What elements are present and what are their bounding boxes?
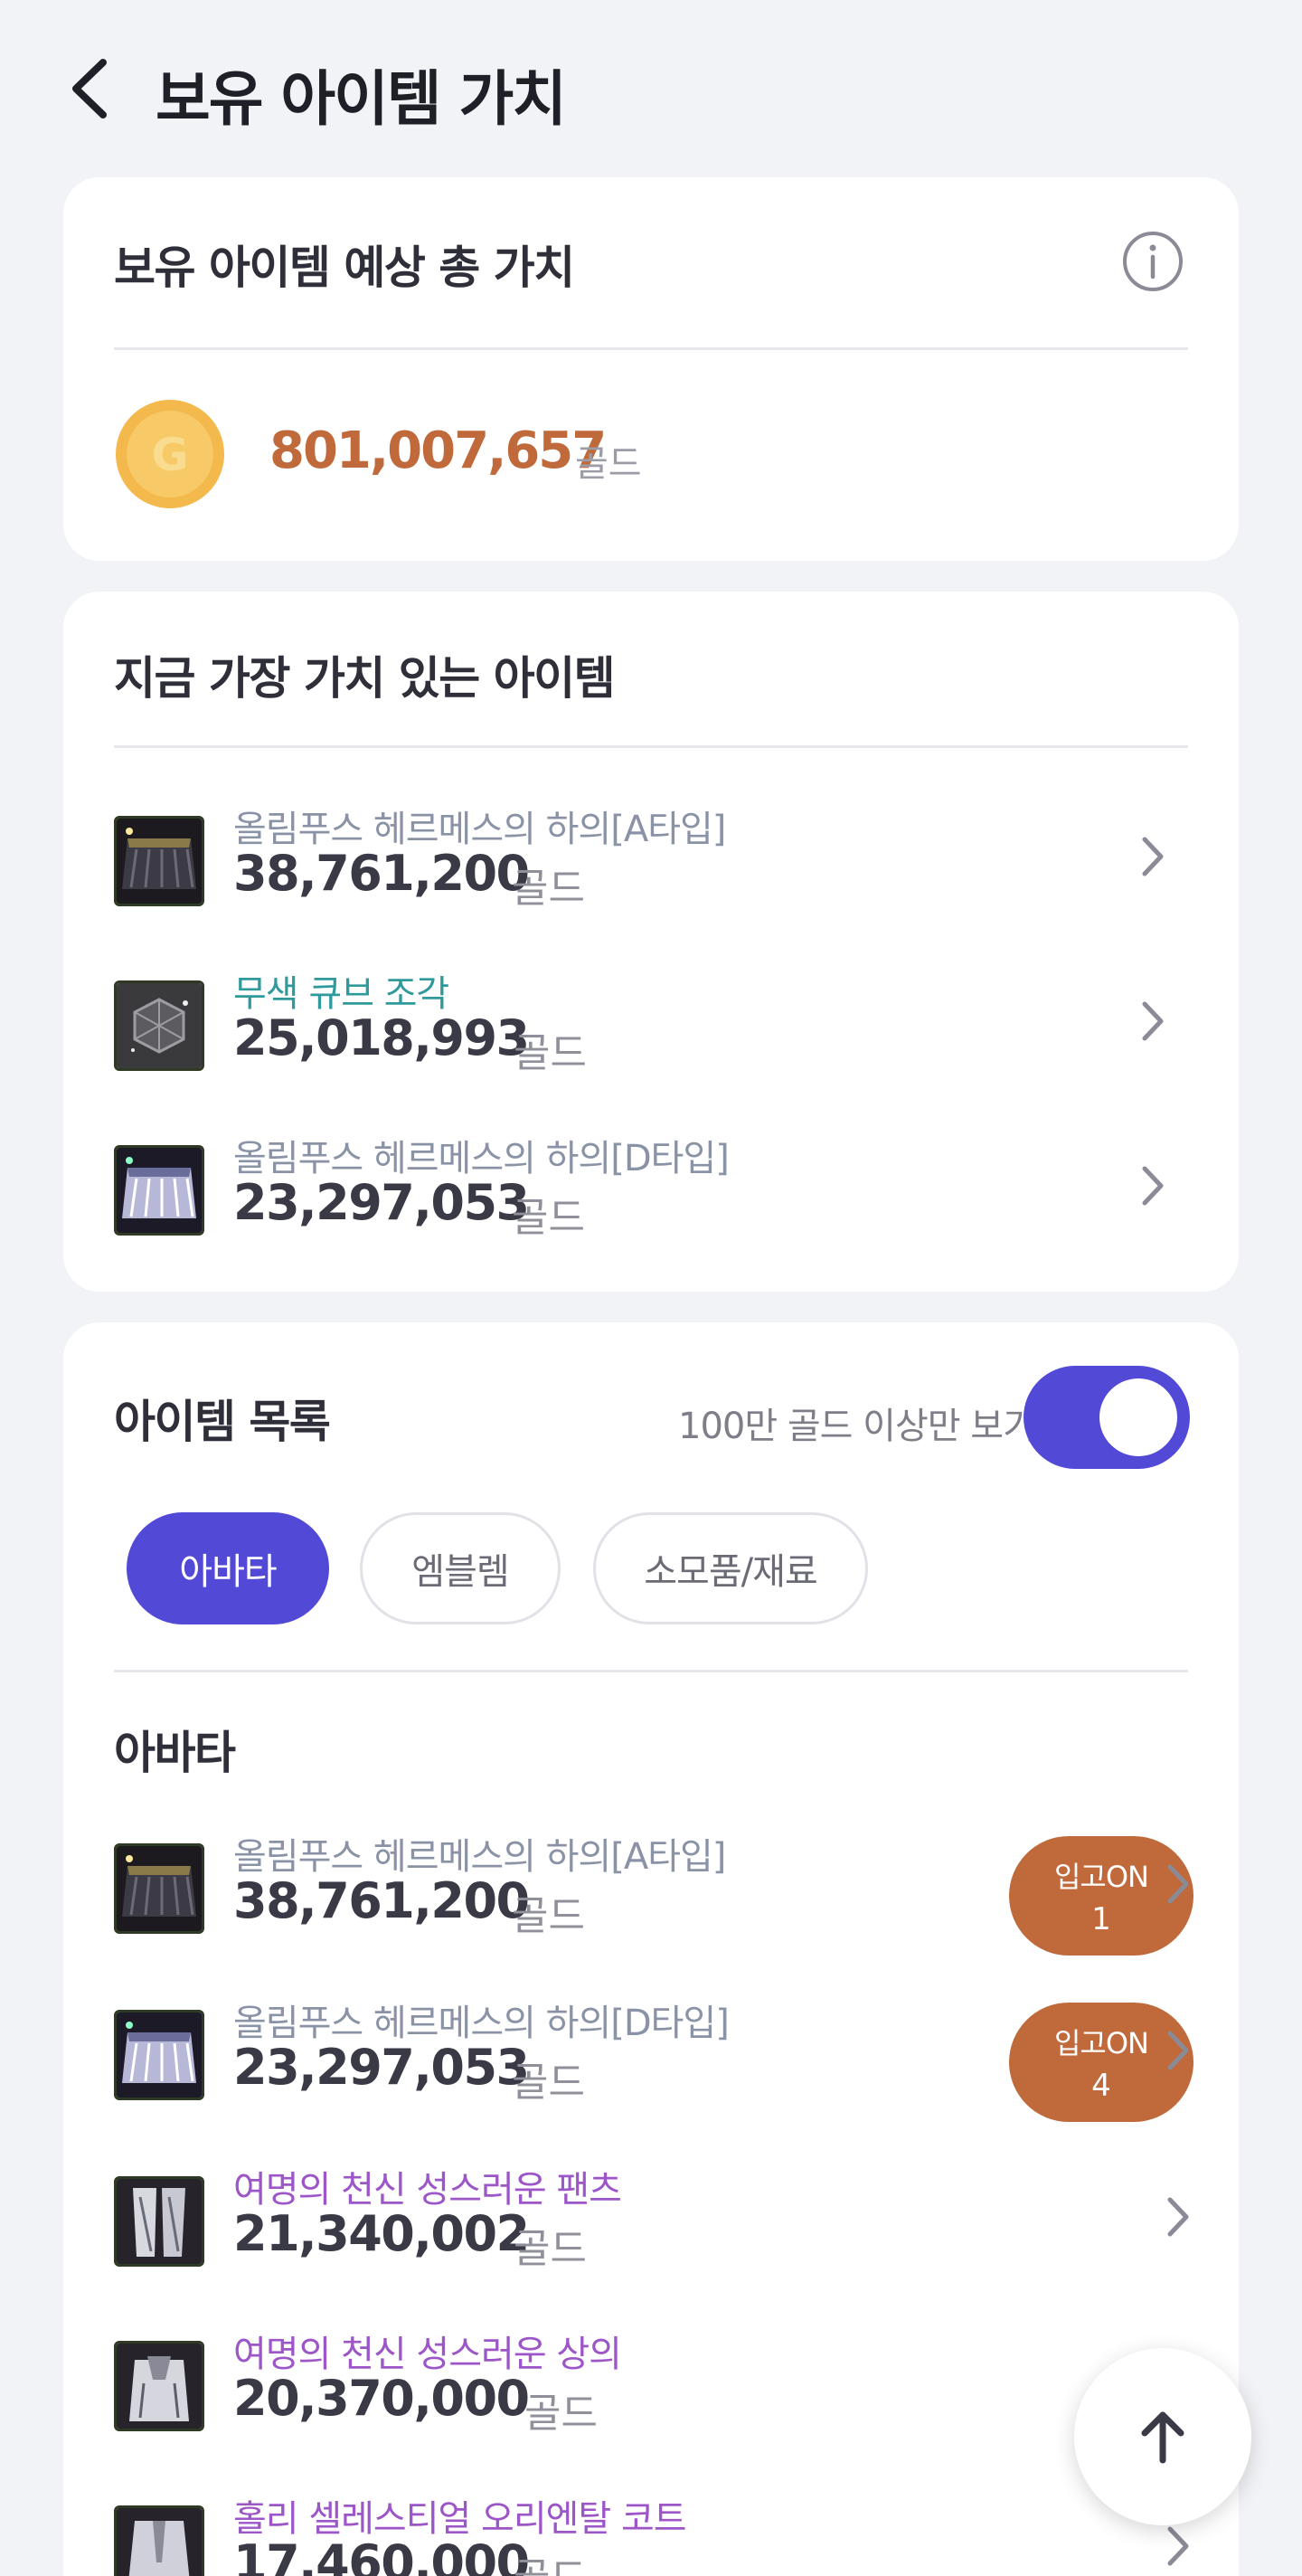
item-unit: 골드 [512, 1195, 585, 1241]
item-thumbnail [114, 2176, 204, 2267]
item-price: 21,340,002 [233, 2205, 530, 2262]
item-thumbnail [114, 1145, 204, 1236]
chevron-right-icon [1167, 2197, 1189, 2237]
info-icon[interactable] [1121, 230, 1184, 293]
chevron-right-icon [1167, 1864, 1189, 1904]
chevron-right-icon [1142, 837, 1164, 876]
item-thumbnail [114, 2010, 204, 2100]
filter-toggle-label: 100만 골드 이상만 보기 [678, 1406, 1036, 1447]
top-bar: 보유 아이템 가치 [0, 0, 1302, 177]
divider [114, 745, 1188, 748]
top-items-card: 지금 가장 가치 있는 아이템 올림푸스 헤르메스의 하의[A타입] 38,76… [63, 592, 1239, 1292]
page-title: 보유 아이템 가치 [156, 64, 567, 134]
toggle-knob [1099, 1378, 1177, 1456]
item-list-card: 아이템 목록 100만 골드 이상만 보기 아바타 엠블렘 소모품/재료 아바타… [63, 1322, 1239, 2576]
item-unit: 골드 [524, 2391, 598, 2437]
divider [114, 347, 1188, 350]
tab-avatar[interactable]: 아바타 [127, 1512, 329, 1624]
item-price: 23,297,053 [233, 2039, 530, 2096]
top-item-row[interactable]: 올림푸스 헤르메스의 하의[A타입] 38,761,200 골드 [114, 800, 1188, 953]
chevron-right-icon [1167, 2526, 1189, 2566]
item-price: 38,761,200 [233, 1872, 530, 1929]
item-thumbnail [114, 2341, 204, 2431]
list-item[interactable]: 여명의 천신 성스러운 팬츠 21,340,002 골드 [114, 2160, 1189, 2314]
item-price: 23,297,053 [233, 1174, 530, 1231]
badge-count: 1 [1091, 1901, 1111, 1937]
total-value: 801,007,657 [269, 421, 607, 480]
item-price: 25,018,993 [233, 1009, 530, 1066]
item-thumbnail [114, 980, 204, 1071]
scroll-to-top-button[interactable] [1074, 2348, 1251, 2525]
item-thumbnail [114, 2505, 204, 2576]
chevron-right-icon [1167, 2031, 1189, 2070]
item-price: 20,370,000 [233, 2370, 530, 2427]
total-value-title: 보유 아이템 예상 총 가치 [114, 242, 575, 294]
badge-label: 입고ON [1053, 2026, 1149, 2060]
item-list-title: 아이템 목록 [114, 1396, 331, 1448]
top-item-row[interactable]: 올림푸스 헤르메스의 하의[D타입] 23,297,053 골드 [114, 1129, 1188, 1283]
category-title: 아바타 [114, 1727, 236, 1779]
back-button[interactable] [65, 52, 128, 125]
top-items-title: 지금 가장 가치 있는 아이템 [114, 652, 616, 705]
item-unit: 골드 [512, 2060, 585, 2106]
list-item[interactable]: 홀리 셀레스티얼 오리엔탈 코트 17,460,000 골드 [114, 2489, 1189, 2576]
item-unit: 골드 [514, 2545, 587, 2576]
item-unit: 골드 [514, 1030, 587, 1076]
chevron-right-icon [1142, 1001, 1164, 1041]
badge-count: 4 [1091, 2068, 1111, 2104]
arrow-up-icon [1141, 2411, 1184, 2464]
item-price: 17,460,000 [233, 2534, 530, 2576]
list-item[interactable]: 올림푸스 헤르메스의 하의[A타입] 38,761,200 골드 입고ON 1 [114, 1827, 1194, 1981]
tab-emblem[interactable]: 엠블렘 [360, 1512, 561, 1624]
tab-consumables[interactable]: 소모품/재료 [593, 1512, 868, 1624]
list-item[interactable]: 올림푸스 헤르메스의 하의[D타입] 23,297,053 골드 입고ON 4 [114, 1994, 1194, 2147]
top-item-row[interactable]: 무색 큐브 조각 25,018,993 골드 [114, 964, 1188, 1118]
total-unit: 골드 [575, 443, 642, 485]
svg-text:G: G [151, 429, 188, 481]
back-arrow-icon [72, 59, 107, 118]
item-thumbnail [114, 1843, 204, 1934]
item-unit: 골드 [512, 866, 585, 912]
list-item[interactable]: 여명의 천신 성스러운 상의 20,370,000 골드 [114, 2325, 1188, 2478]
chevron-right-icon [1142, 1166, 1164, 1206]
filter-toggle[interactable] [1024, 1366, 1190, 1469]
item-unit: 골드 [512, 1893, 585, 1939]
badge-label: 입고ON [1053, 1860, 1149, 1894]
divider [114, 1670, 1188, 1672]
gold-coin-icon: G [116, 400, 224, 508]
item-thumbnail [114, 816, 204, 906]
total-value-card: 보유 아이템 예상 총 가치 G 801,007,657 골드 [63, 177, 1239, 561]
item-price: 38,761,200 [233, 845, 530, 902]
item-unit: 골드 [514, 2226, 587, 2272]
